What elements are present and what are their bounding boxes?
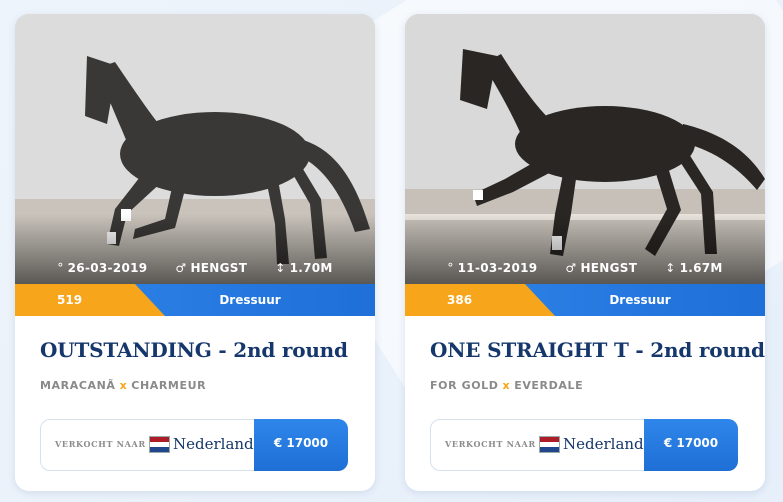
sold-box: VERKOCHT NAAR Nederland € 17000 (430, 419, 738, 471)
pedigree: MARACANÃ x CHARMEUR (40, 379, 351, 392)
horse-meta: ° 26-03-2019 ♂ HENGST ↕ 1.70M (15, 261, 375, 275)
horse-card[interactable]: ° 26-03-2019 ♂ HENGST ↕ 1.70M Dressuur 5… (15, 14, 375, 491)
price-button[interactable]: € 17000 (644, 419, 738, 471)
cross-mark: x (502, 379, 511, 392)
gender-meta: ♂ HENGST (175, 261, 247, 275)
date-meta: ° 26-03-2019 (57, 261, 147, 275)
netherlands-flag-icon (149, 436, 170, 453)
sold-label: VERKOCHT NAAR (55, 439, 146, 449)
dam-sire-name: CHARMEUR (131, 379, 207, 392)
date-value: 26-03-2019 (67, 261, 148, 275)
horse-meta: ° 11-03-2019 ♂ HENGST ↕ 1.67M (405, 261, 765, 275)
sold-country: Nederland (173, 435, 254, 453)
horse-card[interactable]: ° 11-03-2019 ♂ HENGST ↕ 1.67M Dressuur 3… (405, 14, 765, 491)
sire-name: FOR GOLD (430, 379, 499, 392)
gender-meta: ♂ HENGST (565, 261, 637, 275)
height-meta: ↕ 1.67M (665, 261, 722, 275)
height-meta: ↕ 1.70M (275, 261, 332, 275)
netherlands-flag-icon (539, 436, 560, 453)
cross-mark: x (119, 379, 128, 392)
circle-icon: ° (57, 261, 64, 275)
male-icon: ♂ (175, 261, 187, 275)
sold-country: Nederland (563, 435, 644, 453)
gender-value: HENGST (580, 261, 638, 275)
dam-sire-name: EVERDALE (514, 379, 584, 392)
circle-icon: ° (447, 261, 454, 275)
date-meta: ° 11-03-2019 (447, 261, 537, 275)
sire-name: MARACANÃ (40, 379, 116, 392)
horse-title[interactable]: OUTSTANDING - 2nd round (40, 338, 351, 362)
horse-photo[interactable]: ° 26-03-2019 ♂ HENGST ↕ 1.70M (15, 14, 375, 284)
height-arrow-icon: ↕ (275, 261, 286, 275)
price-button[interactable]: € 17000 (254, 419, 348, 471)
sold-label: VERKOCHT NAAR (445, 439, 536, 449)
horse-title[interactable]: ONE STRAIGHT T - 2nd round (430, 338, 765, 362)
height-value: 1.70M (289, 261, 333, 275)
male-icon: ♂ (565, 261, 577, 275)
height-value: 1.67M (679, 261, 723, 275)
sold-box: VERKOCHT NAAR Nederland € 17000 (40, 419, 348, 471)
gender-value: HENGST (190, 261, 248, 275)
height-arrow-icon: ↕ (665, 261, 676, 275)
ribbon: Dressuur 519 (15, 284, 375, 316)
horse-photo[interactable]: ° 11-03-2019 ♂ HENGST ↕ 1.67M (405, 14, 765, 284)
ribbon: Dressuur 386 (405, 284, 765, 316)
pedigree: FOR GOLD x EVERDALE (430, 379, 741, 392)
date-value: 11-03-2019 (457, 261, 538, 275)
